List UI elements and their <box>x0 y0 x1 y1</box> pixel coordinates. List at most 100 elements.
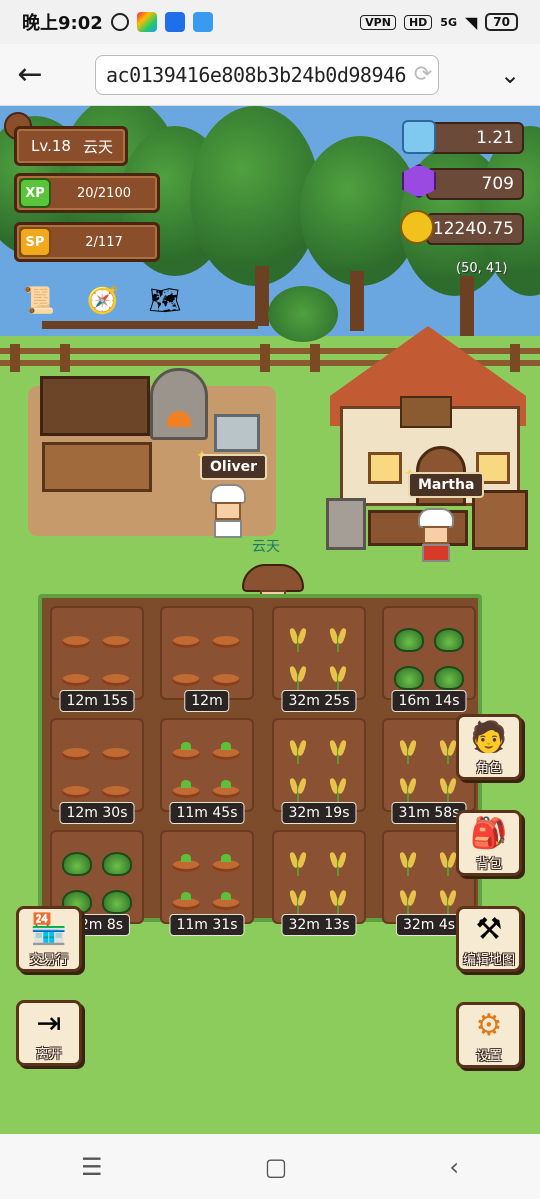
farm-plot[interactable] <box>272 830 366 924</box>
level-label: Lv.18 <box>31 137 71 155</box>
settings-label: 设置 <box>475 1049 502 1064</box>
sprout-mound <box>212 742 240 760</box>
system-status: VPN HD 5G ◥ 70 <box>360 13 518 32</box>
settings-button[interactable]: ⚙ 设置 <box>456 1002 522 1068</box>
wheat-crop <box>328 778 348 802</box>
game-canvas[interactable]: ✦ Oliver ✦ Martha 云天 12m 15s12m32m 25s16… <box>0 106 540 1134</box>
wheat-crop <box>328 852 348 876</box>
compass-icon[interactable]: 🧭 <box>84 282 122 320</box>
wheat-crop <box>288 666 308 690</box>
xp-value: 20/2100 <box>76 185 131 201</box>
brick-oven[interactable] <box>150 368 208 440</box>
plot-timer: 32m 19s <box>281 802 357 824</box>
farm-plot[interactable] <box>272 606 366 700</box>
cabbage-crop <box>434 666 464 690</box>
npc-chef-oliver[interactable] <box>206 484 250 540</box>
plot-timer: 32m 13s <box>281 914 357 936</box>
seed-mound <box>102 636 130 648</box>
url-bar[interactable]: ac0139416e808b3b24b0d98946 ⟳ <box>95 54 439 95</box>
market-button[interactable]: 🏪 交易行 <box>16 906 82 972</box>
plot-timer: 11m 31s <box>169 914 245 936</box>
wheat-crop <box>288 890 308 914</box>
chevron-down-icon[interactable]: ⌄ <box>480 61 540 89</box>
xp-panel[interactable]: XP 20/2100 <box>14 173 160 213</box>
cabbage-crop <box>62 852 92 876</box>
status-bar: 晚上9:02 VPN HD 5G ◥ 70 <box>0 0 540 44</box>
seed-mound <box>62 636 90 648</box>
bakery-window <box>368 452 402 484</box>
browser-toolbar: ← ac0139416e808b3b24b0d98946 ⟳ ⌄ <box>0 44 540 106</box>
sp-value: 2/117 <box>85 234 123 250</box>
seed-mound <box>62 748 90 760</box>
sprout-mound <box>212 780 240 798</box>
plot-timer: 11m 45s <box>169 802 245 824</box>
wheat-crop <box>328 890 348 914</box>
coin-counter: 12240.75 <box>426 213 524 245</box>
xp-icon: XP <box>19 178 51 208</box>
farm-plot[interactable] <box>160 718 254 812</box>
backpack-button[interactable]: 🎒 背包 <box>456 810 522 876</box>
sink[interactable] <box>214 414 260 452</box>
sprout-mound <box>172 854 200 872</box>
bread-sign-icon <box>400 396 452 428</box>
wheat-crop <box>288 740 308 764</box>
plot-timer: 16m 14s <box>391 690 467 712</box>
cabbage-crop <box>394 628 424 652</box>
seed-mound <box>102 786 130 798</box>
back-arrow-icon[interactable]: ← <box>0 44 60 106</box>
home-icon[interactable]: ▢ <box>265 1153 288 1181</box>
cabbage-crop <box>434 628 464 652</box>
character-button[interactable]: 🧑 角色 <box>456 714 522 780</box>
farm-field: 12m 15s 12m 32m 25s 16m 14s 12m 30s 11m 45s 32… <box>38 594 482 936</box>
farm-plot[interactable] <box>160 606 254 700</box>
sprout-mound <box>212 854 240 872</box>
sprout-mound <box>172 742 200 760</box>
farm-plot[interactable] <box>50 718 144 812</box>
sprout-mound <box>172 892 200 910</box>
leave-button[interactable]: ⇥ 离开 <box>16 1000 82 1066</box>
stove-counter[interactable] <box>40 376 150 436</box>
upload-icon <box>192 12 213 32</box>
menu-icon[interactable]: ☰ <box>81 1153 103 1181</box>
seed-mound <box>172 636 200 648</box>
edit-map-button[interactable]: ⚒ 编辑地图 <box>456 906 522 972</box>
kitchen-table[interactable] <box>42 442 152 492</box>
wheat-crop <box>438 890 458 914</box>
signal-label: 5G <box>440 15 457 29</box>
farm-plot[interactable] <box>272 718 366 812</box>
wheat-crop <box>288 628 308 652</box>
hd-badge: HD <box>403 14 433 30</box>
level-panel[interactable]: Lv.18 云天 <box>14 126 128 166</box>
treasure-map-icon[interactable]: 🗺 <box>146 282 184 320</box>
farm-plot[interactable] <box>50 606 144 700</box>
stone-oven[interactable] <box>326 498 366 550</box>
tree-trunk <box>460 276 474 336</box>
sp-panel[interactable]: SP 2/117 <box>14 222 160 262</box>
seed-mound <box>172 674 200 686</box>
reload-icon[interactable]: ⟳ <box>408 62 438 87</box>
quest-scroll-icon[interactable]: 📜 <box>20 282 58 320</box>
edit-map-label: 编辑地图 <box>462 953 515 968</box>
tree-trunk <box>350 271 364 331</box>
back-icon[interactable]: ‹ <box>449 1153 459 1181</box>
wheat-crop <box>398 740 418 764</box>
farm-plot[interactable] <box>382 606 476 700</box>
crystal-icon <box>402 120 436 154</box>
plot-timer: 32m 4s <box>395 914 463 936</box>
wheat-crop <box>328 628 348 652</box>
crystal-counter: 1.21 <box>426 122 524 154</box>
bush <box>268 286 338 342</box>
character-label: 角色 <box>475 761 502 776</box>
status-time: 晚上9:02 <box>22 13 103 34</box>
npc-name-oliver: Oliver <box>200 454 268 480</box>
npc-chef-martha[interactable] <box>414 508 458 564</box>
wifi-icon: ◥ <box>464 12 478 32</box>
vpn-badge: VPN <box>360 14 396 30</box>
wheat-crop <box>398 778 418 802</box>
bread-shelf[interactable] <box>472 490 528 550</box>
cabbage-crop <box>102 890 132 914</box>
farm-plot[interactable] <box>160 830 254 924</box>
sprout-mound <box>212 892 240 910</box>
wheat-crop <box>398 852 418 876</box>
hammer-wrench-icon: ⚒ <box>475 912 503 947</box>
